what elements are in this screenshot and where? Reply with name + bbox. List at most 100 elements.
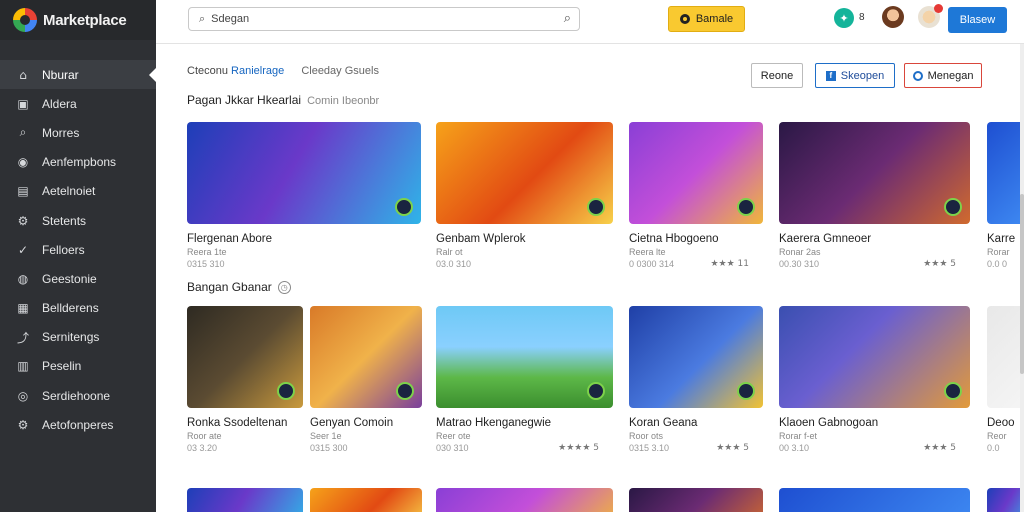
game-thumbnail[interactable] — [436, 122, 613, 224]
game-card[interactable]: Deoo Reor 0.0 — [987, 306, 1024, 455]
game-subtitle: Ronar 2as — [779, 247, 821, 257]
game-thumbnail[interactable] — [987, 306, 1024, 408]
game-thumbnail[interactable] — [779, 122, 970, 224]
game-thumbnail[interactable] — [187, 306, 303, 408]
filter-button[interactable]: Reone — [751, 63, 803, 88]
tab-bar: Cteconu Ranielrage Cleeday Gsuels — [187, 65, 379, 77]
sidebar-item-12[interactable]: ◎ Serdiehoone — [0, 381, 156, 410]
game-card[interactable]: Kaerera Gmneoer Ronar 2as 00.30 310 ★★★ 5 — [779, 122, 970, 271]
game-card[interactable]: Ronka Ssodeltenan Roor ate 03 3.20 — [187, 306, 303, 455]
game-subtitle: Roor ots — [629, 431, 664, 441]
facebook-button[interactable]: f Skeopen — [815, 63, 895, 88]
game-thumbnail-partial[interactable] — [629, 488, 763, 512]
game-title[interactable]: Kaerera Gmneoer — [779, 233, 970, 245]
game-thumbnail[interactable] — [629, 306, 763, 408]
sidebar-item-1[interactable]: ⌂ Nburar — [0, 60, 156, 90]
game-title[interactable]: Deoo — [987, 417, 1024, 429]
scrollbar-thumb[interactable] — [1020, 194, 1024, 374]
tab-primary-link[interactable]: Ranielrage — [231, 65, 284, 77]
sidebar-item-5[interactable]: ▤ Aetelnoiet — [0, 177, 156, 206]
avatar-notification[interactable] — [918, 4, 943, 28]
game-title[interactable]: Ronka Ssodeltenan — [187, 417, 303, 429]
game-title[interactable]: Karre — [987, 233, 1024, 245]
game-title[interactable]: Cietna Hbogoeno — [629, 233, 763, 245]
game-thumbnail-partial[interactable] — [987, 488, 1024, 512]
game-title[interactable]: Genyan Comoin — [310, 417, 422, 429]
search-box[interactable]: ⌕ ⌕ — [188, 7, 580, 31]
game-meta-text: 03 3.20 — [187, 443, 218, 453]
game-card[interactable]: Koran Geana Roor ots 0315 3.10 ★★★ 5 — [629, 306, 763, 455]
lock-icon: ◉ — [17, 155, 29, 170]
game-title[interactable]: Genbam Wplerok — [436, 233, 613, 245]
section-title: Pagan Jkkar Hkearlai Comin Ibeonbr — [187, 93, 379, 107]
game-card[interactable]: Flergenan Abore Reera 1te 0315 310 — [187, 122, 421, 271]
google-icon — [912, 70, 923, 81]
game-thumbnail-partial[interactable] — [436, 488, 613, 512]
sidebar-item-7[interactable]: ✓ Felloers — [0, 235, 156, 264]
check-icon: ✓ — [17, 242, 29, 257]
app-logo[interactable]: Marketplace — [0, 0, 156, 40]
tab-secondary[interactable]: Cleeday Gsuels — [301, 65, 379, 77]
game-meta-text: 030 310 — [436, 443, 469, 453]
game-meta-text: 03.0 310 — [436, 259, 472, 269]
game-meta: 0.0 0 — [987, 259, 1024, 271]
sidebar-item-3[interactable]: ⌕ Morres — [0, 118, 156, 147]
game-title[interactable]: Klaoen Gabnogoan — [779, 417, 970, 429]
game-card[interactable]: Genbam Wplerok Ralr ot 03.0 310 — [436, 122, 613, 271]
game-subtitle: Reera lte — [629, 247, 666, 257]
globe-icon: ◍ — [17, 271, 29, 286]
chat-icon[interactable]: ✦ — [834, 8, 854, 28]
game-title[interactable]: Flergenan Abore — [187, 233, 421, 245]
game-thumbnail-partial[interactable] — [310, 488, 422, 512]
magnifier-icon[interactable]: ⌕ — [564, 11, 571, 26]
game-thumbnail-partial[interactable] — [187, 488, 303, 512]
game-meta: 0315 310 — [187, 259, 421, 271]
game-meta: 0.0 — [987, 443, 1024, 455]
game-meta: 03.0 310 — [436, 259, 613, 271]
game-badge-icon — [395, 198, 413, 216]
sidebar-item-label: Aetofonperes — [42, 417, 114, 432]
google-button-label: Menegan — [927, 69, 974, 82]
sidebar-item-10[interactable]: ⤴ Sernitengs — [0, 323, 156, 352]
clock-icon[interactable]: ◷ — [277, 281, 291, 295]
marketplace-logo-icon — [13, 8, 37, 32]
game-thumbnail[interactable] — [436, 306, 613, 408]
sidebar-item-4[interactable]: ◉ Aenfempbons — [0, 148, 156, 177]
sidebar-item-8[interactable]: ◍ Geestonie — [0, 264, 156, 293]
game-card[interactable]: Klaoen Gabnogoan Rorar f-et 00 3.10 ★★★ 5 — [779, 306, 970, 455]
game-thumbnail[interactable] — [987, 122, 1024, 224]
avatar[interactable] — [882, 6, 904, 28]
game-card[interactable]: Karre Rorar 0.0 0 — [987, 122, 1024, 271]
yellow-action-button[interactable]: Bamale — [668, 6, 745, 32]
app-window: Marketplace ⌂ Nburar ▣ Aldera ⌕ Morres ◉ Aenfem… — [0, 0, 1024, 512]
game-artwork — [779, 122, 970, 224]
game-thumbnail-partial[interactable] — [779, 488, 970, 512]
game-subtitle: Seer 1e — [310, 431, 342, 441]
search-input[interactable] — [211, 13, 542, 25]
section-subtitle[interactable]: Comin Ibeonbr — [307, 95, 379, 107]
tab-primary[interactable]: Cteconu Ranielrage — [187, 65, 284, 77]
game-badge-icon — [944, 382, 962, 400]
game-thumbnail[interactable] — [187, 122, 421, 224]
game-thumbnail[interactable] — [629, 122, 763, 224]
facebook-button-label: Skeopen — [840, 69, 885, 82]
game-meta: 030 310 ★★★★ 5 — [436, 443, 613, 455]
sidebar-item-2[interactable]: ▣ Aldera — [0, 89, 156, 118]
google-button[interactable]: Menegan — [904, 63, 982, 88]
game-meta-text: 0 0300 314 — [629, 259, 675, 269]
game-card[interactable]: Matrao Hkenganegwie Reer ote 030 310 ★★★★ 5 — [436, 306, 613, 455]
calendar-icon: ▥ — [17, 359, 29, 374]
sidebar-item-13[interactable]: ⚙ Aetofonperes — [0, 410, 156, 439]
game-card[interactable]: Cietna Hbogoeno Reera lte 0 0300 314 ★★★ 11 — [629, 122, 763, 271]
main-content: Cteconu Ranielrage Cleeday Gsuels Reone … — [156, 44, 1024, 512]
game-title[interactable]: Matrao Hkenganegwie — [436, 417, 613, 429]
sidebar-item-11[interactable]: ▥ Peselin — [0, 352, 156, 381]
blue-action-button[interactable]: Blasew — [948, 7, 1007, 33]
game-thumbnail[interactable] — [310, 306, 422, 408]
game-card[interactable]: Genyan Comoin Seer 1e 0315 300 — [310, 306, 422, 455]
game-thumbnail[interactable] — [779, 306, 970, 408]
scrollbar[interactable] — [1020, 44, 1024, 512]
game-title[interactable]: Koran Geana — [629, 417, 763, 429]
sidebar-item-6[interactable]: ⚙ Stetents — [0, 206, 156, 235]
sidebar-item-9[interactable]: ▦ Bellderens — [0, 294, 156, 323]
